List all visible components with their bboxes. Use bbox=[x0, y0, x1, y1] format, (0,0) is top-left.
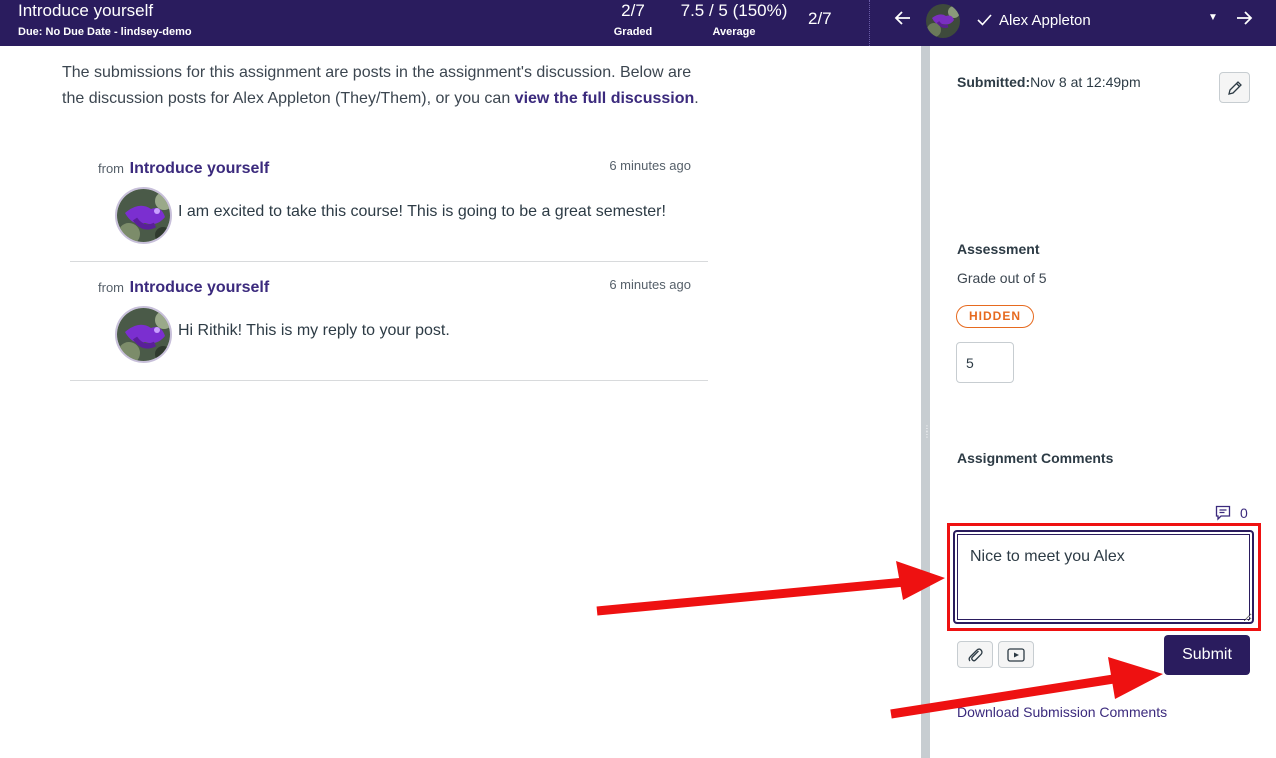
assessment-title: Assessment bbox=[957, 241, 1040, 257]
from-label: from bbox=[98, 161, 124, 176]
left-arrow-icon[interactable] bbox=[893, 8, 913, 33]
comment-count-value: 0 bbox=[1240, 505, 1248, 521]
intro-end: . bbox=[694, 90, 699, 107]
post-timestamp: 6 minutes ago bbox=[609, 158, 691, 173]
edit-button[interactable] bbox=[1219, 72, 1250, 103]
avatar bbox=[115, 306, 172, 363]
grade-out-of: Grade out of 5 bbox=[957, 270, 1047, 286]
attach-file-button[interactable] bbox=[957, 641, 993, 668]
submitted-info: Submitted:Nov 8 at 12:49pm bbox=[957, 74, 1141, 90]
submission-intro: The submissions for this assignment are … bbox=[62, 60, 712, 112]
avatar bbox=[115, 187, 172, 244]
assignment-title[interactable]: Introduce yourself bbox=[18, 1, 153, 21]
graded-label: Graded bbox=[613, 26, 653, 38]
average-label: Average bbox=[712, 26, 756, 38]
comment-count[interactable]: 0 bbox=[1215, 505, 1248, 521]
discussion-post: from Introduce yourself 6 minutes ago Hi… bbox=[70, 267, 708, 381]
video-icon bbox=[1007, 647, 1025, 662]
post-source-link[interactable]: Introduce yourself bbox=[130, 160, 270, 177]
comment-textarea[interactable]: Nice to meet you Alex bbox=[953, 530, 1254, 624]
right-arrow-icon[interactable] bbox=[1234, 8, 1254, 33]
submitted-date: Nov 8 at 12:49pm bbox=[1030, 74, 1141, 90]
header-divider bbox=[869, 0, 870, 46]
media-comment-button[interactable] bbox=[998, 641, 1034, 668]
student-count: 2/7 bbox=[808, 9, 832, 28]
comment-icon bbox=[1215, 505, 1231, 521]
pencil-icon bbox=[1227, 80, 1242, 95]
graded-value: 2/7 bbox=[621, 1, 645, 20]
discussion-post: from Introduce yourself 6 minutes ago I … bbox=[70, 148, 708, 262]
annotation-arrow-icon bbox=[596, 561, 945, 616]
hidden-badge: HIDDEN bbox=[956, 305, 1034, 328]
post-timestamp: 6 minutes ago bbox=[609, 277, 691, 292]
student-name[interactable]: Alex Appleton bbox=[999, 12, 1091, 29]
average-stat: 7.5 / 5 (150%) Average bbox=[672, 1, 796, 38]
student-avatar[interactable] bbox=[926, 4, 960, 38]
post-body: Hi Rithik! This is my reply to your post… bbox=[178, 322, 450, 339]
from-label: from bbox=[98, 280, 124, 295]
post-body: I am excited to take this course! This i… bbox=[178, 203, 666, 220]
check-icon bbox=[976, 11, 993, 28]
post-source: from Introduce yourself bbox=[98, 160, 269, 178]
post-source-link[interactable]: Introduce yourself bbox=[130, 279, 270, 296]
grip-icon: ⋮ ⋮ bbox=[923, 424, 931, 439]
panel-resize-handle[interactable]: ⋮ ⋮ bbox=[921, 46, 931, 758]
view-full-discussion-link[interactable]: view the full discussion bbox=[515, 90, 695, 107]
assignment-comments-title: Assignment Comments bbox=[957, 450, 1114, 466]
submit-button[interactable]: Submit bbox=[1164, 635, 1250, 675]
average-value: 7.5 / 5 (150%) bbox=[680, 1, 788, 20]
paperclip-icon bbox=[968, 647, 983, 661]
grade-input[interactable] bbox=[956, 342, 1014, 383]
submitted-label: Submitted: bbox=[957, 74, 1031, 90]
top-header: Introduce yourself Due: No Due Date - li… bbox=[0, 0, 1276, 46]
download-submission-comments-link[interactable]: Download Submission Comments bbox=[957, 704, 1167, 720]
caret-down-icon[interactable]: ▼ bbox=[1208, 12, 1218, 23]
due-date: Due: No Due Date - lindsey-demo bbox=[18, 26, 192, 38]
post-source: from Introduce yourself bbox=[98, 279, 269, 297]
graded-stat: 2/7 Graded bbox=[603, 1, 663, 38]
